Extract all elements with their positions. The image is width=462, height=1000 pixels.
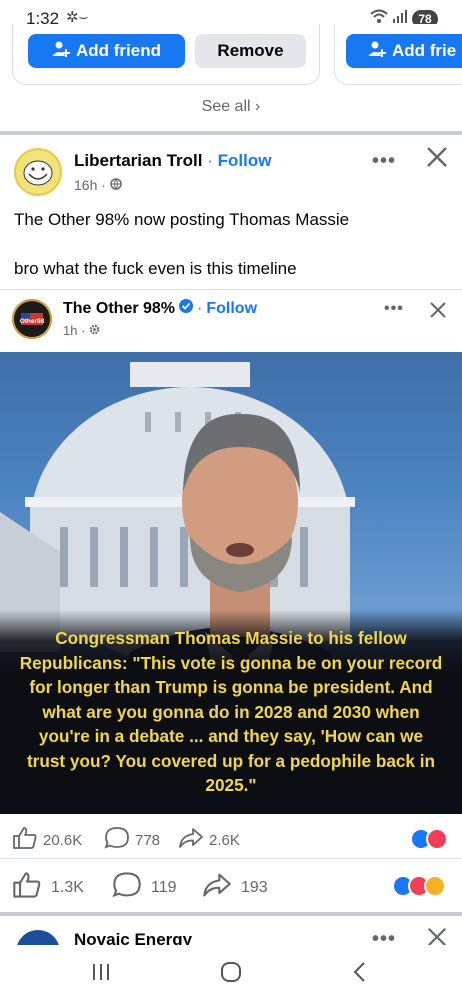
add-friend-label: Add friend [76,41,161,60]
share-icon [178,826,204,854]
globe-icon [110,177,122,193]
like-count[interactable]: 20.6K [12,826,82,854]
follow-button[interactable]: Follow [218,151,272,170]
post-text: The Other 98% now posting Thomas Massie [14,210,350,229]
follow-button[interactable]: Follow [206,300,257,318]
author-name[interactable]: Libertarian Troll [74,151,202,170]
more-options-icon[interactable]: ••• [372,150,396,173]
love-reaction-icon [426,828,448,850]
close-icon[interactable] [429,301,447,324]
post-meta: 1h · [63,323,100,338]
post-author-line: Libertarian Troll · Follow [74,151,271,171]
reaction-summary[interactable] [410,828,448,850]
section-separator [0,912,462,916]
share-count-value: 193 [241,878,268,896]
comment-icon [104,826,130,854]
share-count[interactable]: 193 [202,871,268,904]
back-icon[interactable] [352,961,368,988]
comment-count-value: 119 [151,878,177,896]
add-person-icon [52,40,70,63]
like-count-value: 1.3K [51,878,84,896]
add-friend-label: Add frie [392,41,457,60]
avatar-text: Other98 [20,318,45,325]
remove-button[interactable]: Remove [195,34,306,68]
comment-count[interactable]: 778 [104,826,160,854]
other98-logo: Other98 [12,299,52,339]
post-text: bro what the fuck even is this timeline [14,259,297,278]
divider [0,858,462,859]
settings-icon [89,323,100,338]
share-icon [202,871,232,904]
more-options-icon[interactable]: ••• [384,300,404,318]
avatar[interactable]: Other98 [12,299,52,339]
verified-badge-icon [179,299,194,318]
remove-label: Remove [217,41,284,60]
reaction-summary[interactable] [392,875,446,897]
post-meta: 16h · [74,177,122,193]
avatar[interactable] [14,148,62,196]
see-all-link[interactable]: See all › [0,98,462,116]
system-navigation-bar [0,945,462,1000]
comment-icon [112,871,142,904]
post-author-line: The Other 98% · Follow [63,299,257,318]
comment-count-value: 778 [135,831,161,849]
dot-separator: · [197,299,203,317]
home-icon[interactable] [220,961,242,988]
image-caption: Congressman Thomas Massie to his fellow … [19,628,443,795]
comment-count[interactable]: 119 [112,871,177,904]
trollface-icon [16,150,60,194]
thumbs-up-icon [12,871,42,904]
section-separator [0,131,462,135]
recent-apps-icon[interactable] [90,962,112,987]
add-friend-button[interactable]: Add frie [346,34,462,68]
chevron-right-icon: › [255,98,261,115]
dot-separator: · [81,323,90,338]
post-time[interactable]: 1h [63,323,77,338]
add-friend-button[interactable]: Add friend [28,34,185,68]
like-count[interactable]: 1.3K [12,871,84,904]
divider [0,289,462,290]
share-count[interactable]: 2.6K [178,826,240,854]
see-all-label: See all [201,98,251,115]
haha-reaction-icon [424,875,446,897]
like-count-value: 20.6K [43,831,83,849]
thumbs-up-icon [12,826,38,854]
close-icon[interactable] [425,145,449,174]
add-person-icon [368,40,386,63]
post-time[interactable]: 16h [74,177,97,193]
dot-separator: · [101,177,110,193]
author-name[interactable]: The Other 98% [63,300,175,318]
share-count-value: 2.6K [209,831,240,849]
dot-separator: · [207,151,218,170]
